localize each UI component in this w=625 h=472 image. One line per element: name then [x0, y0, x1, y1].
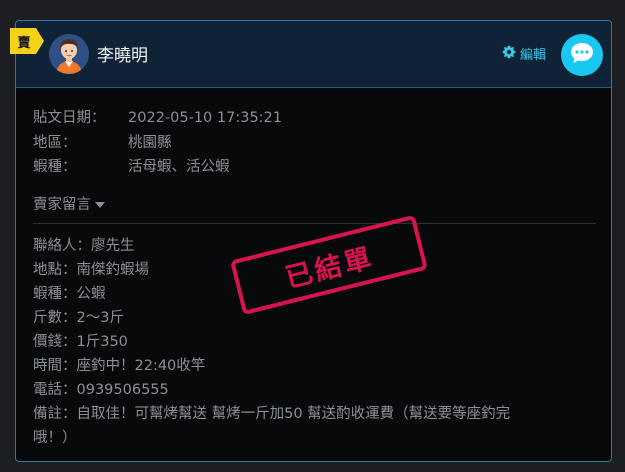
gear-icon — [502, 45, 516, 63]
seller-message-toggle-label: 賣家留言 — [33, 197, 91, 213]
seller-message-toggle[interactable]: 賣家留言 — [33, 193, 105, 214]
post-date-label: 貼文日期： — [33, 110, 106, 126]
listing-card: 李曉明 編輯 貼文日期： 2022-05-10 17:35:21 地區： 桃園縣… — [15, 20, 612, 462]
seller-badge: 賣 — [10, 28, 44, 54]
divider — [33, 223, 596, 224]
region-value: 桃園縣 — [128, 135, 172, 151]
post-date-row: 貼文日期： 2022-05-10 17:35:21 — [33, 106, 282, 127]
chat-bubble-icon — [569, 41, 595, 69]
avatar — [49, 34, 89, 74]
chat-button[interactable] — [561, 34, 603, 76]
message-line: 電話：0939506555 — [33, 382, 169, 398]
shrimp-type-value: 活母蝦、活公蝦 — [128, 159, 230, 175]
message-line: 價錢：1斤350 — [33, 334, 128, 350]
seller-name[interactable]: 李曉明 — [97, 41, 148, 66]
message-line: 地點：南傑釣蝦場 — [33, 262, 149, 278]
card-header: 李曉明 編輯 — [16, 21, 611, 88]
shrimp-type-row: 蝦種： 活母蝦、活公蝦 — [33, 155, 230, 176]
message-line: 蝦種：公蝦 — [33, 286, 106, 302]
caret-down-icon — [95, 196, 105, 212]
post-date-value: 2022-05-10 17:35:21 — [128, 110, 282, 126]
message-line: 斤數：2～3斤 — [33, 310, 124, 326]
edit-button[interactable]: 編輯 — [502, 44, 546, 63]
shrimp-type-label: 蝦種： — [33, 159, 77, 175]
seller-badge-label: 賣 — [17, 35, 31, 51]
message-line: 備註：自取佳！可幫烤幫送 幫烤一斤加50 幫送酌收運費（幫送要等座釣完 — [33, 406, 511, 422]
closed-stamp: 已結單 — [230, 214, 428, 316]
message-line: 哦！） — [33, 430, 77, 446]
edit-label: 編輯 — [520, 48, 547, 63]
message-line: 時間：座釣中！22:40收竿 — [33, 358, 206, 374]
region-label: 地區： — [33, 135, 77, 151]
region-row: 地區： 桃園縣 — [33, 131, 172, 152]
message-line: 聯絡人：廖先生 — [33, 238, 135, 254]
